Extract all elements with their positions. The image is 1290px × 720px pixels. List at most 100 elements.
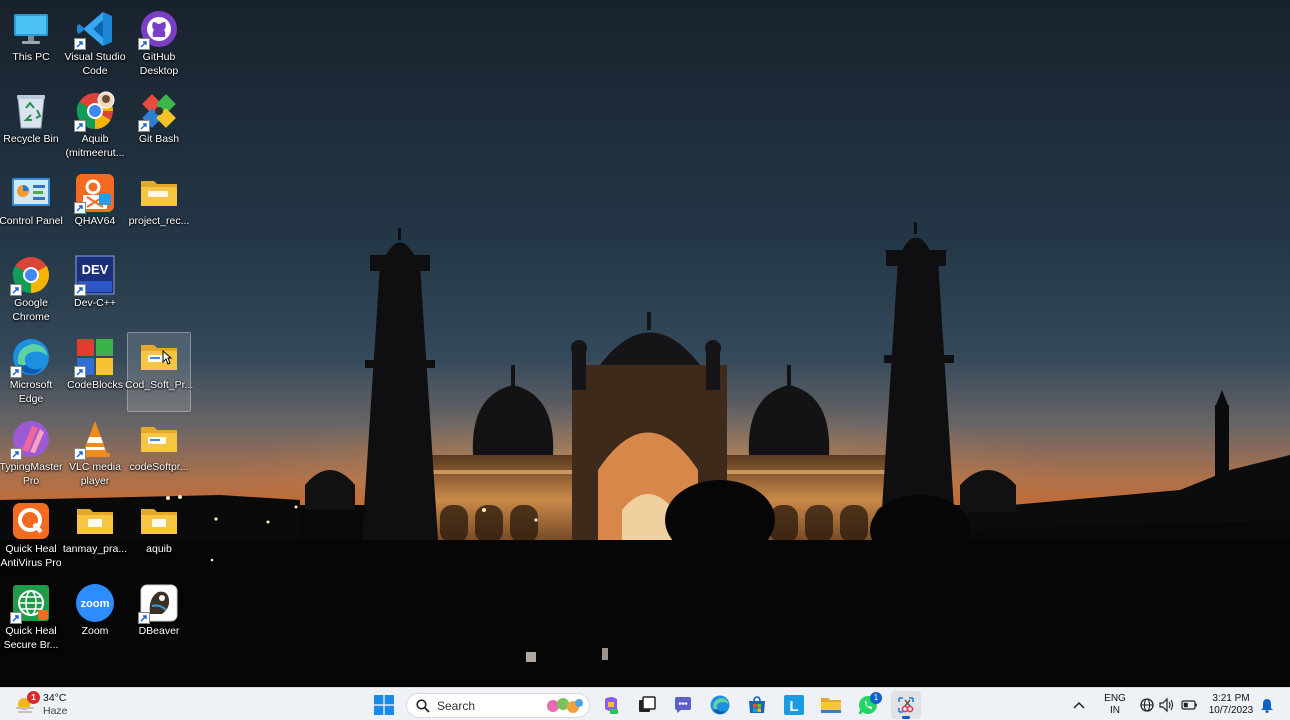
search-highlight-icon	[547, 698, 583, 713]
teams-chat-icon	[675, 697, 691, 713]
desktop-icon-label: Control Panel	[0, 215, 63, 227]
desktop-icon-project-rec[interactable]: project_rec...	[127, 168, 191, 248]
desktop-icon-label: Microsoft Edge	[9, 379, 53, 405]
desktop-icon-aquib[interactable]: aquib	[127, 496, 191, 576]
desktop-icon-quickheal-antivirus[interactable]: Quick Heal AntiVirus Pro	[0, 496, 63, 576]
language-region: IN	[1110, 705, 1120, 716]
shortcut-arrow-icon	[10, 284, 22, 296]
taskbar-search-box[interactable]: Search	[406, 693, 590, 718]
desktop-icon-control-panel[interactable]: Control Panel	[0, 168, 63, 248]
desktop-icon-recycle-bin[interactable]: Recycle Bin	[0, 86, 63, 166]
weather-temperature: 34°C	[43, 692, 67, 704]
desktop-icon-label: Git Bash	[138, 133, 180, 145]
shortcut-arrow-icon	[10, 448, 22, 460]
taskbar: 1 34°C Haze Search L 1 ENG IN 3:21 PM 10…	[0, 687, 1290, 720]
taskbar-copilot-button[interactable]	[596, 691, 626, 719]
shortcut-arrow-icon	[74, 120, 86, 132]
qhav64-icon	[74, 172, 116, 214]
desktop-icon-label: Dev-C++	[73, 297, 116, 309]
start-button[interactable]	[369, 691, 399, 719]
desktop-icon-zoom[interactable]: zoom Zoom	[63, 578, 127, 658]
monitor-icon	[10, 8, 52, 50]
codeblocks-icon	[74, 336, 116, 378]
mouse-cursor-icon	[162, 350, 172, 365]
desktop-icon-google-chrome[interactable]: Google Chrome	[0, 250, 63, 330]
globe-shield-icon	[10, 582, 52, 624]
desktop-icon-label: Google Chrome	[12, 297, 50, 323]
shortcut-arrow-icon	[74, 448, 86, 460]
launcher-letter: L	[789, 698, 798, 715]
desktop-icon-this-pc[interactable]: This PC	[0, 4, 63, 84]
git-bash-icon	[138, 90, 180, 132]
system-clock[interactable]: 3:21 PM 10/7/2023	[1204, 693, 1258, 717]
desktop-icon-quickheal-browser[interactable]: Quick Heal Secure Br...	[0, 578, 63, 658]
desktop-icon-label: DBeaver	[138, 625, 180, 637]
desktop-icon-label: Quick Heal AntiVirus Pro	[0, 543, 62, 569]
chevron-up-icon	[1073, 701, 1085, 709]
desktop-icon-label: Cod_Soft_Pr...	[125, 379, 193, 391]
desktop-icon-vlc[interactable]: VLC media player	[63, 414, 127, 494]
search-icon	[416, 698, 430, 713]
desktop-icon-label: project_rec...	[128, 215, 190, 227]
weather-haze-icon: 1	[14, 691, 40, 716]
clock-date: 10/7/2023	[1208, 705, 1254, 716]
desktop-wallpaper	[0, 0, 1290, 687]
desktop-icon-typingmaster[interactable]: TypingMaster Pro	[0, 414, 63, 494]
dbeaver-icon	[138, 582, 180, 624]
desktop-icon-microsoft-edge[interactable]: Microsoft Edge	[0, 332, 63, 412]
quick-settings-button[interactable]	[1136, 691, 1202, 719]
desktop-icon-chrome-profile[interactable]: Aquib (mitmeerut...	[63, 86, 127, 166]
desktop-icon-codeblocks[interactable]: CodeBlocks	[63, 332, 127, 412]
clock-time: 3:21 PM	[1212, 693, 1250, 704]
taskbar-whatsapp-button[interactable]: 1	[853, 691, 883, 719]
desktop-icon-tanmay[interactable]: tanmay_pra...	[63, 496, 127, 576]
desktop-icon-github-desktop[interactable]: GitHub Desktop	[127, 4, 191, 84]
shortcut-arrow-icon	[138, 612, 150, 624]
taskbar-edge-button[interactable]	[705, 691, 735, 719]
desktop-icon-label: Aquib (mitmeerut...	[65, 133, 125, 159]
notification-center-button[interactable]	[1256, 691, 1278, 719]
taskbar-snipping-tool-button[interactable]	[891, 691, 921, 719]
desktop-icon-label: tanmay_pra...	[62, 543, 128, 555]
search-placeholder: Search	[437, 698, 476, 713]
desktop-icon-codesoftpr[interactable]: codeSoftpr...	[127, 414, 191, 494]
dev-cpp-icon: DEV	[74, 254, 116, 296]
desktop-icon-cod-soft[interactable]: Cod_Soft_Pr...	[125, 332, 193, 412]
weather-widget[interactable]: 1 34°C Haze	[14, 691, 68, 718]
snipping-tool-icon	[898, 697, 914, 713]
desktop-icon-label: Quick Heal Secure Br...	[3, 625, 59, 651]
shortcut-arrow-icon	[74, 366, 86, 378]
jama-masjid-wallpaper	[0, 0, 1290, 687]
taskbar-launcher-button[interactable]: L	[779, 691, 809, 719]
desktop-icon-qhav64[interactable]: QHAV64	[63, 168, 127, 248]
chrome-icon	[10, 254, 52, 296]
zoom-icon: zoom	[74, 582, 116, 624]
typingmaster-icon	[10, 418, 52, 460]
weather-condition: Haze	[43, 705, 68, 717]
desktop-icon-dev-cpp[interactable]: DEV Dev-C++	[63, 250, 127, 330]
taskbar-file-explorer-button[interactable]	[816, 691, 846, 719]
desktop-icon-git-bash[interactable]: Git Bash	[127, 86, 191, 166]
show-hidden-icons-button[interactable]	[1067, 691, 1091, 719]
folder-icon	[138, 418, 180, 460]
shortcut-arrow-icon	[138, 120, 150, 132]
desktop-icon-label: GitHub Desktop	[139, 51, 179, 77]
taskbar-teams-chat-button[interactable]	[668, 691, 698, 719]
language-indicator[interactable]: ENG IN	[1102, 693, 1128, 717]
desktop-icon-label: Recycle Bin	[3, 133, 59, 145]
folder-icon	[138, 172, 180, 214]
vscode-icon	[74, 8, 116, 50]
taskbar-store-button[interactable]	[742, 691, 772, 719]
microsoft-store-icon	[749, 696, 765, 713]
taskbar-task-view-button[interactable]	[632, 691, 662, 719]
desktop-icon-label: Zoom	[81, 625, 109, 637]
shortcut-arrow-icon	[74, 38, 86, 50]
desktop-icon-dbeaver[interactable]: DBeaver	[127, 578, 191, 658]
desktop-icon-label: Visual Studio Code	[64, 51, 126, 77]
dev-cpp-text: DEV	[82, 262, 109, 277]
recycle-bin-icon	[10, 90, 52, 132]
whatsapp-badge: 1	[870, 692, 882, 704]
desktop-icon-vscode[interactable]: Visual Studio Code	[63, 4, 127, 84]
weather-badge: 1	[27, 691, 40, 704]
desktop-icon-label: codeSoftpr...	[129, 461, 189, 473]
